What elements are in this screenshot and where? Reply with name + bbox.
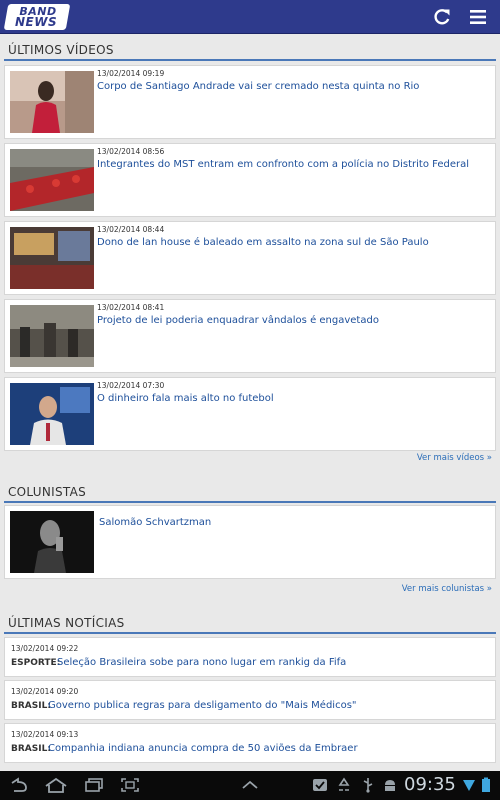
band-news-logo[interactable]: BAND NEWS: [3, 4, 71, 30]
video-card[interactable]: 13/02/2014 08:41 Projeto de lei poderia …: [4, 299, 496, 373]
more-columnists-link[interactable]: Ver mais colunistas »: [402, 584, 492, 594]
usb-icon[interactable]: [360, 777, 376, 793]
screenshot-icon[interactable]: [120, 777, 140, 793]
news-title[interactable]: Companhia indiana anuncia compra de 50 a…: [48, 743, 358, 754]
main-content[interactable]: ÚLTIMOS VÍDEOS 13/02/2014 09:19 Corpo de…: [0, 35, 500, 771]
news-section-title: ÚLTIMAS NOTÍCIAS: [8, 616, 125, 630]
app-header: BAND NEWS: [0, 0, 500, 34]
columnist-photo: [10, 511, 94, 573]
hamburger-menu-icon[interactable]: [468, 7, 488, 27]
video-title[interactable]: O dinheiro fala mais alto no futebol: [97, 392, 489, 405]
videos-section-title: ÚLTIMOS VÍDEOS: [8, 43, 114, 57]
refresh-icon[interactable]: [432, 7, 452, 27]
system-navigation-bar: 09:35: [0, 771, 500, 800]
video-date: 13/02/2014 08:56: [97, 147, 165, 156]
video-thumbnail: [10, 149, 94, 211]
video-date: 13/02/2014 08:44: [97, 225, 165, 234]
columnist-card[interactable]: Salomão Schvartzman: [4, 505, 496, 579]
video-card[interactable]: 13/02/2014 08:56 Integrantes do MST entr…: [4, 143, 496, 217]
video-date: 13/02/2014 08:41: [97, 303, 165, 312]
video-title[interactable]: Corpo de Santiago Andrade vai ser cremad…: [97, 80, 489, 93]
video-thumbnail: [10, 383, 94, 445]
check-notification-icon[interactable]: [312, 777, 328, 793]
more-videos-link[interactable]: Ver mais vídeos »: [417, 453, 492, 463]
android-debug-icon[interactable]: [382, 777, 398, 793]
news-date: 13/02/2014 09:20: [11, 687, 79, 696]
video-thumbnail: [10, 227, 94, 289]
video-date: 13/02/2014 09:19: [97, 69, 165, 78]
recycle-icon[interactable]: [336, 777, 352, 793]
video-card[interactable]: 13/02/2014 09:19 Corpo de Santiago Andra…: [4, 65, 496, 139]
battery-icon[interactable]: [480, 777, 492, 793]
news-category: BRASIL:: [11, 744, 51, 754]
video-title[interactable]: Projeto de lei poderia enquadrar vândalo…: [97, 314, 489, 327]
news-item[interactable]: 13/02/2014 09:20 BRASIL: Governo publica…: [4, 680, 496, 720]
recent-apps-icon[interactable]: [84, 777, 104, 793]
video-title[interactable]: Dono de lan house é baleado em assalto n…: [97, 236, 489, 249]
up-chevron-icon[interactable]: [240, 777, 260, 793]
section-divider: [4, 501, 496, 503]
video-thumbnail: [10, 71, 94, 133]
video-title[interactable]: Integrantes do MST entram em confronto c…: [97, 158, 489, 171]
news-date: 13/02/2014 09:13: [11, 730, 79, 739]
news-item[interactable]: 13/02/2014 09:22 ESPORTE: Seleção Brasil…: [4, 637, 496, 677]
wifi-icon[interactable]: [462, 777, 476, 793]
news-category: ESPORTE:: [11, 658, 61, 668]
columnists-section-title: COLUNISTAS: [8, 485, 87, 499]
news-date: 13/02/2014 09:22: [11, 644, 79, 653]
section-divider: [4, 632, 496, 634]
video-date: 13/02/2014 07:30: [97, 381, 165, 390]
news-item[interactable]: 13/02/2014 09:13 BRASIL: Companhia india…: [4, 723, 496, 763]
news-title[interactable]: Seleção Brasileira sobe para nono lugar …: [57, 657, 346, 668]
home-icon[interactable]: [44, 777, 68, 793]
system-clock: 09:35: [404, 774, 456, 795]
news-category: BRASIL:: [11, 701, 51, 711]
video-card[interactable]: 13/02/2014 07:30 O dinheiro fala mais al…: [4, 377, 496, 451]
news-title[interactable]: Governo publica regras para desligamento…: [48, 700, 357, 711]
back-icon[interactable]: [8, 777, 28, 793]
video-card[interactable]: 13/02/2014 08:44 Dono de lan house é bal…: [4, 221, 496, 295]
video-thumbnail: [10, 305, 94, 367]
columnist-name[interactable]: Salomão Schvartzman: [99, 517, 211, 528]
logo-line2: NEWS: [14, 15, 58, 29]
section-divider: [4, 59, 496, 61]
